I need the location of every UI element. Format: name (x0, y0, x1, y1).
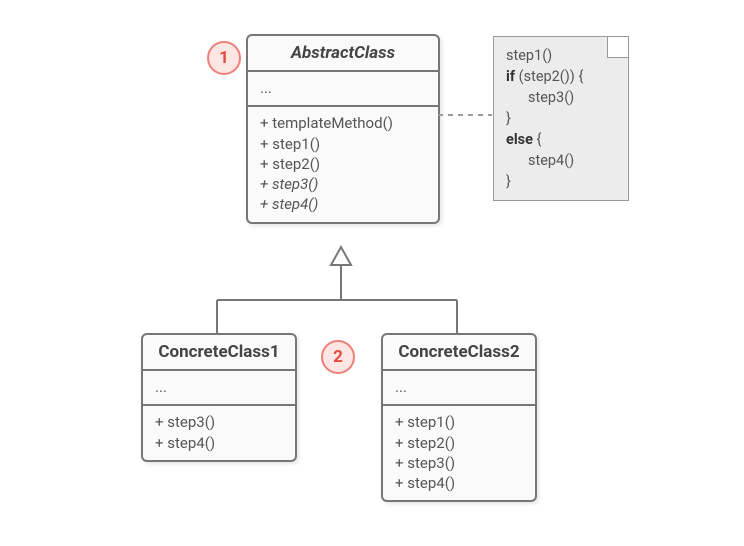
note-line: step3() (506, 87, 616, 108)
note-line: else { (506, 129, 616, 150)
concrete2-attrs: ... (383, 371, 535, 406)
note-line: step1() (506, 45, 616, 66)
uml-class-concrete1: ConcreteClass1 ... + step3()+ step4() (141, 333, 297, 462)
abstract-class-methods: + templateMethod()+ step1()+ step2()+ st… (248, 107, 438, 221)
note-fold-icon (607, 37, 628, 58)
uml-class-concrete2: ConcreteClass2 ... + step1()+ step2()+ s… (381, 333, 537, 502)
uml-method: + step4() (395, 473, 523, 493)
note-line: step4() (506, 150, 616, 171)
concrete1-title: ConcreteClass1 (143, 335, 295, 371)
abstract-class-title: AbstractClass (248, 36, 438, 72)
uml-method: + step4() (260, 194, 426, 214)
note-templatemethod: step1() if (step2()) { step3() } else { … (493, 36, 629, 201)
uml-method: + step2() (260, 154, 426, 174)
note-line: if (step2()) { (506, 66, 616, 87)
concrete1-methods: + step3()+ step4() (143, 406, 295, 460)
note-line: } (506, 171, 616, 192)
abstract-class-attrs: ... (248, 72, 438, 107)
note-line: } (506, 108, 616, 129)
concrete2-title: ConcreteClass2 (383, 335, 535, 371)
uml-method: + step1() (260, 134, 426, 154)
callout-badge-1: 1 (207, 41, 241, 75)
callout-badge-2: 2 (321, 340, 355, 374)
concrete2-methods: + step1()+ step2()+ step3()+ step4() (383, 406, 535, 500)
uml-method: + step1() (395, 412, 523, 432)
uml-method: + step2() (395, 433, 523, 453)
concrete1-attrs: ... (143, 371, 295, 406)
uml-method: + step3() (260, 174, 426, 194)
uml-method: + templateMethod() (260, 113, 426, 133)
uml-method: + step4() (155, 433, 283, 453)
uml-method: + step3() (395, 453, 523, 473)
uml-method: + step3() (155, 412, 283, 432)
uml-class-abstract: AbstractClass ... + templateMethod()+ st… (246, 34, 440, 224)
